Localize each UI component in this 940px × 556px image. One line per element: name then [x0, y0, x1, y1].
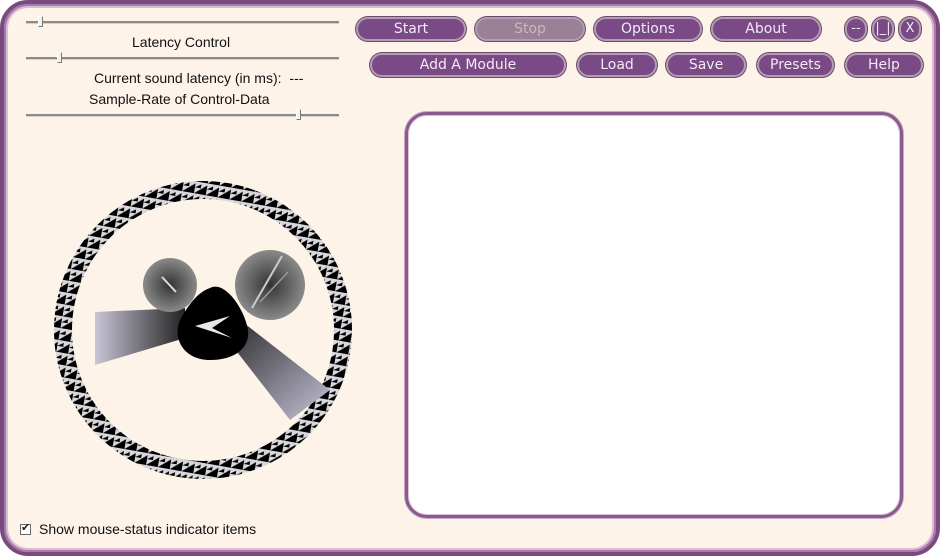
- stop-button[interactable]: Stop: [475, 17, 585, 41]
- slider-track: [26, 114, 339, 117]
- show-mouse-status-row[interactable]: ✔ Show mouse-status indicator items: [20, 521, 256, 537]
- current-latency-value: ---: [289, 70, 304, 86]
- large-knob-icon: [235, 250, 305, 320]
- options-button[interactable]: Options: [594, 17, 702, 41]
- close-button[interactable]: X: [899, 17, 921, 41]
- show-mouse-status-label: Show mouse-status indicator items: [39, 521, 257, 537]
- module-canvas[interactable]: [405, 112, 903, 518]
- beam-left-icon: [95, 308, 185, 365]
- mouse-status-indicator: [54, 181, 352, 479]
- show-mouse-status-checkbox[interactable]: ✔: [20, 521, 31, 535]
- help-button[interactable]: Help: [845, 53, 923, 77]
- current-latency-label: Current sound latency (in ms): ---: [94, 70, 303, 86]
- sample-rate-slider[interactable]: [26, 109, 339, 121]
- current-latency-text: Current sound latency (in ms):: [94, 70, 282, 86]
- save-button[interactable]: Save: [666, 53, 746, 77]
- latency-slider[interactable]: [26, 52, 339, 64]
- slider-thumb[interactable]: [38, 16, 43, 27]
- start-button[interactable]: Start: [356, 17, 466, 41]
- about-button[interactable]: About: [711, 17, 821, 41]
- slider-track: [26, 21, 339, 24]
- slider-track: [26, 57, 339, 60]
- slider-thumb[interactable]: [296, 109, 301, 120]
- presets-button[interactable]: Presets: [757, 53, 834, 77]
- restore-button[interactable]: |_|: [872, 17, 894, 41]
- top-slider[interactable]: [26, 16, 339, 28]
- slider-thumb[interactable]: [57, 52, 62, 63]
- sample-rate-label: Sample-Rate of Control-Data: [89, 91, 270, 107]
- add-module-button[interactable]: Add A Module: [370, 53, 566, 77]
- checkmark-icon: ✔: [21, 521, 31, 534]
- latency-control-label: Latency Control: [132, 34, 231, 50]
- load-button[interactable]: Load: [577, 53, 657, 77]
- minimize-button[interactable]: --: [845, 17, 867, 41]
